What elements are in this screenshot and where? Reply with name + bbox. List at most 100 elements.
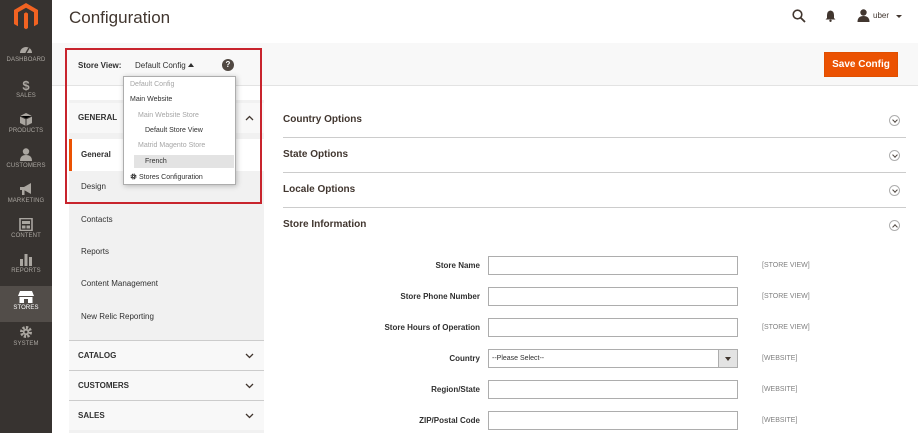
store-icon	[18, 291, 34, 303]
section-state-options-title: State Options	[283, 149, 349, 160]
tab-contacts-label: Contacts	[81, 215, 113, 224]
section-locale-options[interactable]: Locale Options	[283, 173, 906, 208]
option-stores-configuration[interactable]: Stores Configuration	[130, 173, 203, 181]
tab-content-management-label: Content Management	[81, 279, 158, 288]
section-customers-header[interactable]: CUSTOMERS	[69, 370, 264, 400]
chevron-down-icon	[245, 413, 254, 419]
expand-icon	[889, 150, 900, 161]
store-view-toggle[interactable]: Default Config	[135, 61, 186, 70]
user-icon[interactable]	[857, 9, 870, 22]
help-icon[interactable]: ?	[222, 59, 234, 71]
save-config-button[interactable]: Save Config	[824, 52, 898, 77]
nav-marketing-label: MARKETING	[7, 198, 45, 204]
country-scope: [WEBSITE]	[762, 355, 798, 362]
section-customers-title: CUSTOMERS	[78, 381, 129, 390]
caret-up-icon[interactable]	[188, 63, 194, 67]
svg-text:$: $	[22, 78, 30, 91]
nav-products-label: PRODUCTS	[8, 128, 44, 134]
search-icon[interactable]	[792, 9, 806, 23]
gear-icon	[130, 173, 137, 180]
zip-scope: [WEBSITE]	[762, 417, 798, 424]
admin-sidebar: DASHBOARD $ SALES PRODUCTS CUSTOMERS MAR…	[0, 0, 52, 433]
nav-customers[interactable]: CUSTOMERS	[0, 148, 52, 182]
section-sales-header[interactable]: SALES	[69, 400, 264, 430]
nav-stores[interactable]: STORES	[0, 286, 52, 322]
tab-content-management[interactable]: Content Management	[69, 268, 264, 300]
nav-dashboard[interactable]: DASHBOARD	[0, 43, 52, 77]
tab-new-relic-reporting[interactable]: New Relic Reporting	[69, 301, 264, 333]
section-store-information-title: Store Information	[283, 219, 367, 230]
nav-reports[interactable]: REPORTS	[0, 253, 52, 287]
megaphone-icon	[20, 183, 31, 195]
zip-input[interactable]	[488, 411, 738, 430]
zip-label: ZIP/Postal Code	[419, 416, 480, 425]
nav-marketing[interactable]: MARKETING	[0, 183, 52, 217]
option-main-website-store: Main Website Store	[138, 112, 199, 119]
store-name-label: Store Name	[435, 261, 480, 270]
section-catalog-header[interactable]: CATALOG	[69, 340, 264, 370]
option-main-website[interactable]: Main Website	[130, 96, 172, 103]
dashboard-icon	[20, 47, 32, 54]
tab-reports-label: Reports	[81, 247, 110, 256]
store-name-scope: [STORE VIEW]	[762, 262, 810, 269]
store-phone-scope: [STORE VIEW]	[762, 293, 810, 300]
nav-system-label: SYSTEM	[13, 341, 39, 347]
region-scope: [WEBSITE]	[762, 386, 798, 393]
section-locale-options-title: Locale Options	[283, 184, 356, 195]
chevron-up-icon	[245, 115, 254, 121]
cube-icon	[19, 113, 33, 126]
nav-content[interactable]: CONTENT	[0, 218, 52, 252]
magento-logo[interactable]	[13, 3, 39, 31]
store-hours-scope: [STORE VIEW]	[762, 324, 810, 331]
option-default-config: Default Config	[130, 81, 175, 88]
store-phone-input[interactable]	[488, 287, 738, 306]
chevron-down-icon	[718, 350, 737, 367]
tab-design-label: Design	[81, 182, 106, 191]
bar-chart-icon	[20, 254, 32, 266]
option-french[interactable]: French	[134, 155, 234, 168]
section-country-options-title: Country Options	[283, 114, 362, 125]
tab-general-label: General	[81, 150, 111, 159]
region-label: Region/State	[431, 385, 480, 394]
expand-icon	[889, 185, 900, 196]
expand-icon	[889, 115, 900, 126]
option-matrid-store: Matrid Magento Store	[138, 142, 206, 149]
tab-contacts[interactable]: Contacts	[69, 204, 264, 236]
nav-sales-label: SALES	[16, 93, 36, 99]
nav-content-label: CONTENT	[11, 233, 41, 239]
store-hours-input[interactable]	[488, 318, 738, 337]
nav-dashboard-label: DASHBOARD	[6, 57, 46, 63]
user-name[interactable]: uber	[873, 11, 889, 20]
country-select-value: --Please Select--	[492, 355, 545, 362]
store-name-input[interactable]	[488, 256, 738, 275]
dollar-icon: $	[22, 78, 30, 91]
section-store-information[interactable]: Store Information	[283, 208, 906, 243]
layout-icon	[19, 218, 33, 231]
tab-new-relic-reporting-label: New Relic Reporting	[81, 312, 154, 321]
country-label: Country	[449, 354, 480, 363]
nav-sales[interactable]: $ SALES	[0, 78, 52, 112]
nav-products[interactable]: PRODUCTS	[0, 113, 52, 147]
region-input[interactable]	[488, 380, 738, 399]
collapse-icon	[889, 220, 900, 231]
option-default-store-view[interactable]: Default Store View	[145, 127, 203, 134]
section-catalog-title: CATALOG	[78, 351, 117, 360]
country-select[interactable]: --Please Select--	[488, 349, 738, 368]
nav-system[interactable]: SYSTEM	[0, 325, 52, 359]
store-hours-label: Store Hours of Operation	[384, 323, 480, 332]
section-state-options[interactable]: State Options	[283, 138, 906, 173]
chevron-down-icon	[245, 383, 254, 389]
nav-customers-label: CUSTOMERS	[6, 163, 46, 169]
chevron-down-icon[interactable]	[896, 15, 902, 18]
option-stores-configuration-label: Stores Configuration	[139, 174, 203, 181]
bell-icon[interactable]	[825, 10, 836, 22]
nav-reports-label: REPORTS	[11, 268, 41, 274]
page-title: Configuration	[69, 8, 171, 27]
nav-stores-label: STORES	[13, 305, 39, 311]
tab-reports[interactable]: Reports	[69, 236, 264, 268]
section-sales-title: SALES	[78, 411, 105, 420]
section-country-options[interactable]: Country Options	[283, 103, 906, 138]
gear-icon	[20, 326, 32, 338]
section-general-title: GENERAL	[78, 113, 118, 122]
store-phone-label: Store Phone Number	[400, 292, 480, 301]
